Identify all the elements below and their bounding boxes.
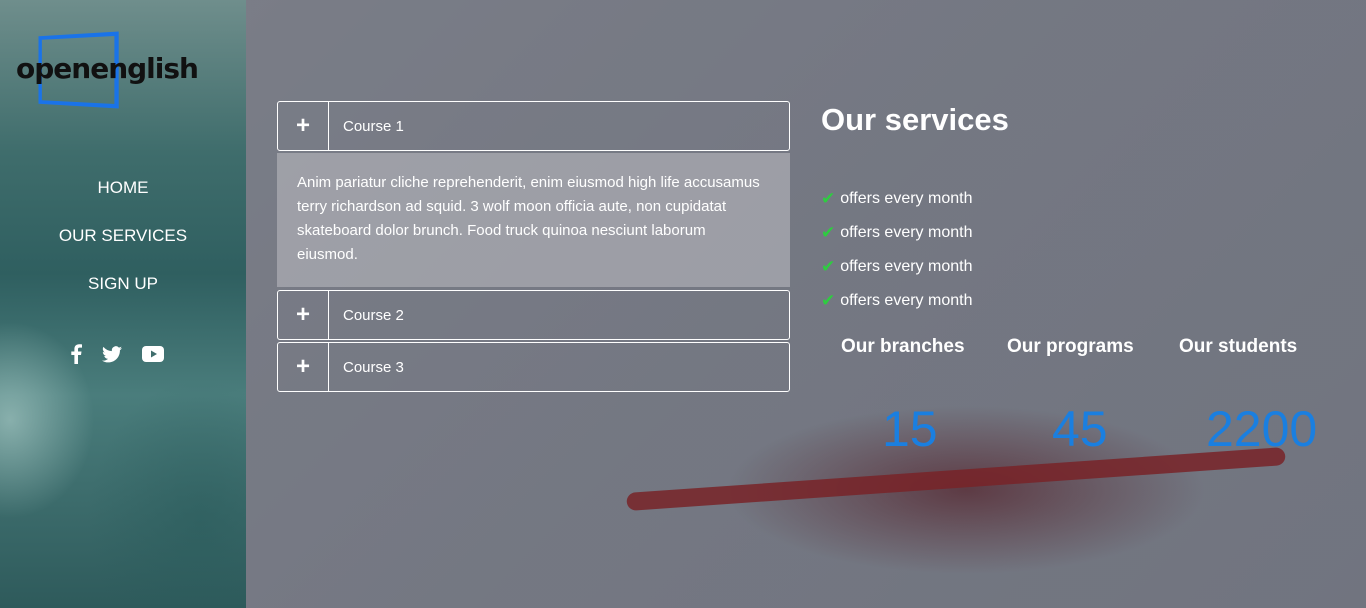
- services-section: Our services ✔ offers every month ✔ offe…: [821, 102, 1009, 318]
- accordion-title[interactable]: Course 3: [329, 343, 404, 391]
- decorative-stroke: [626, 447, 1286, 511]
- check-icon: ✔: [821, 189, 836, 208]
- sidebar: openenglish HOME OUR SERVICES SIGN UP: [0, 0, 246, 608]
- stat-value-branches: 15: [882, 401, 938, 457]
- main-nav: HOME OUR SERVICES SIGN UP: [0, 176, 246, 320]
- facebook-icon[interactable]: [70, 344, 82, 364]
- service-text: offers every month: [840, 224, 973, 241]
- stat-label-branches: Our branches: [841, 336, 965, 357]
- accordion-title[interactable]: Course 2: [329, 291, 404, 339]
- services-list: ✔ offers every month ✔ offers every mont…: [821, 182, 1009, 318]
- list-item: ✔ offers every month: [821, 182, 1009, 216]
- logo[interactable]: openenglish: [16, 30, 216, 110]
- list-item: ✔ offers every month: [821, 216, 1009, 250]
- social-links: [70, 344, 164, 364]
- accordion-header-course-3[interactable]: + Course 3: [277, 342, 790, 392]
- list-item: ✔ offers every month: [821, 250, 1009, 284]
- stat-label-programs: Our programs: [1007, 336, 1134, 357]
- stat-value-students: 2200: [1206, 401, 1318, 457]
- logo-text: openenglish: [16, 52, 199, 85]
- nav-our-services[interactable]: OUR SERVICES: [0, 224, 246, 272]
- youtube-icon[interactable]: [142, 346, 164, 362]
- check-icon: ✔: [821, 223, 836, 242]
- twitter-icon[interactable]: [102, 345, 122, 363]
- accordion-header-course-1[interactable]: + Course 1: [277, 101, 790, 151]
- stat-label-students: Our students: [1179, 336, 1298, 357]
- service-text: offers every month: [840, 258, 973, 275]
- nav-home[interactable]: HOME: [0, 176, 246, 224]
- expand-plus-icon[interactable]: +: [278, 291, 329, 339]
- accordion-title[interactable]: Course 1: [329, 102, 404, 150]
- check-icon: ✔: [821, 291, 836, 310]
- service-text: offers every month: [840, 190, 973, 207]
- expand-plus-icon[interactable]: +: [278, 343, 329, 391]
- nav-sign-up[interactable]: SIGN UP: [0, 272, 246, 320]
- services-title: Our services: [821, 102, 1009, 137]
- stat-value-programs: 45: [1052, 401, 1108, 457]
- accordion-header-course-2[interactable]: + Course 2: [277, 290, 790, 340]
- list-item: ✔ offers every month: [821, 284, 1009, 318]
- service-text: offers every month: [840, 292, 973, 309]
- course-accordion: + Course 1 Anim pariatur cliche reprehen…: [277, 101, 790, 394]
- expand-plus-icon[interactable]: +: [278, 102, 329, 150]
- check-icon: ✔: [821, 257, 836, 276]
- accordion-body-course-1: Anim pariatur cliche reprehenderit, enim…: [277, 153, 790, 287]
